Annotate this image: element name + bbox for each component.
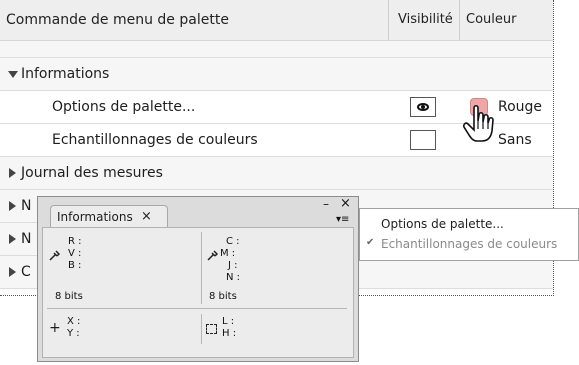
divider xyxy=(47,308,347,309)
rgb-label-v: V : xyxy=(68,248,82,259)
close-icon[interactable]: × xyxy=(141,206,152,228)
tab-informations[interactable]: Informations × xyxy=(50,205,168,228)
check-icon: ✔ xyxy=(366,237,375,248)
visibility-checkbox[interactable] xyxy=(410,97,436,117)
row-label: C xyxy=(21,264,31,280)
tab-label: Informations xyxy=(57,210,133,224)
cmyk-label-n: N : xyxy=(226,272,241,283)
color-value: Rouge xyxy=(498,99,543,115)
eyedropper-icon xyxy=(207,250,218,261)
header-command: Commande de menu de palette xyxy=(6,12,229,28)
header-color: Couleur xyxy=(466,12,517,27)
expand-triangle-icon[interactable] xyxy=(9,267,16,277)
bits-left: 8 bits xyxy=(55,291,83,302)
panel-menu-icon[interactable]: ▾≡ xyxy=(336,214,349,225)
menu-item-color-samplers[interactable]: Echantillonnages de couleurs xyxy=(381,237,557,251)
y-label: Y : xyxy=(67,328,80,339)
cmyk-label-c: C : xyxy=(226,236,240,247)
divider xyxy=(201,314,202,344)
close-icon[interactable]: × xyxy=(340,197,351,210)
crosshair-icon: + xyxy=(49,320,61,336)
menu-item-palette-options[interactable]: Options de palette... xyxy=(381,217,504,231)
panel-flyout-menu: Options de palette... ✔ Echantillonnages… xyxy=(359,208,579,261)
expand-triangle-icon[interactable] xyxy=(9,201,16,211)
table-header: Commande de menu de palette Visibilité C… xyxy=(0,0,553,41)
color-value: Sans xyxy=(498,132,532,148)
expand-triangle-icon[interactable] xyxy=(9,168,16,178)
rgb-label-r: R : xyxy=(68,236,82,247)
panel-content: R : V : B : 8 bits C : M : J : N : 8 bit… xyxy=(42,227,354,358)
header-visibility: Visibilité xyxy=(398,12,453,27)
l-label: L : xyxy=(222,316,235,327)
selection-icon xyxy=(206,324,217,334)
minimize-button[interactable]: – xyxy=(323,198,329,210)
hand-cursor-icon xyxy=(463,104,494,142)
bits-right: 8 bits xyxy=(209,291,237,302)
x-label: X : xyxy=(67,316,81,327)
collapse-triangle-icon[interactable] xyxy=(8,71,18,78)
cmyk-label-j: J : xyxy=(228,260,238,271)
h-label: H : xyxy=(222,328,237,339)
row-label: N xyxy=(21,231,32,247)
row-label: Options de palette... xyxy=(52,99,196,115)
table-row-informations[interactable]: Informations xyxy=(0,58,553,91)
column-divider xyxy=(459,0,460,40)
informations-panel[interactable]: – × Informations × ▾≡ R : V : B : 8 bits… xyxy=(37,196,359,362)
table-row xyxy=(0,41,553,58)
divider xyxy=(201,232,202,304)
table-row-measure-log[interactable]: Journal des mesures xyxy=(0,157,553,190)
expand-triangle-icon[interactable] xyxy=(9,234,16,244)
column-divider xyxy=(388,0,389,40)
visibility-checkbox[interactable] xyxy=(410,130,436,150)
eyedropper-icon xyxy=(49,250,60,261)
row-label: N xyxy=(21,198,32,214)
eye-icon xyxy=(417,103,429,111)
row-label: Echantillonnages de couleurs xyxy=(52,132,258,148)
rgb-label-b: B : xyxy=(68,260,82,271)
row-label: Informations xyxy=(21,66,110,82)
cmyk-label-m: M : xyxy=(220,248,236,259)
row-label: Journal des mesures xyxy=(21,165,163,181)
